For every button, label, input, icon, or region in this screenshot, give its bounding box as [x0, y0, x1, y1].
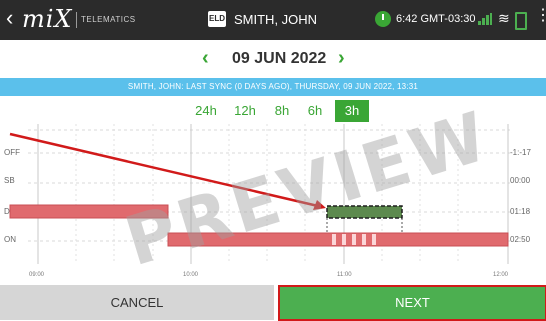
driving-status-icon: [375, 11, 391, 27]
driver-name: SMITH, JOHN: [234, 12, 318, 27]
time-label-0900: 09:00: [29, 272, 45, 278]
telematics-label: TELEMATICS: [81, 15, 136, 24]
signal-icon: [478, 13, 492, 25]
time-label-1200: 12:00: [493, 272, 509, 278]
overflow-menu-icon[interactable]: ⋮: [535, 8, 546, 24]
previous-day-icon[interactable]: ‹: [202, 48, 209, 68]
selected-date: 09 JUN 2022: [232, 50, 327, 67]
zoom-3h-tab[interactable]: 3h: [335, 100, 369, 122]
mix-logo: miX: [22, 5, 73, 33]
current-time: 6:42 GMT-03:30: [396, 13, 476, 25]
top-bar: ‹ miX TELEMATICS ELD SMITH, JOHN 6:42 GM…: [0, 0, 546, 40]
back-chevron-icon[interactable]: ‹: [6, 7, 13, 29]
logo-divider: [76, 12, 77, 28]
battery-icon: [515, 12, 527, 30]
eld-badge: ELD: [208, 11, 226, 27]
last-sync-banner: SMITH, JOHN: LAST SYNC (0 DAYS AGO), THU…: [0, 78, 546, 96]
wifi-icon: ≋: [498, 10, 510, 26]
zoom-6h-tab[interactable]: 6h: [302, 100, 328, 122]
zoom-12h-tab[interactable]: 12h: [229, 100, 261, 122]
next-button[interactable]: NEXT: [278, 285, 546, 321]
date-navigation: ‹ 09 JUN 2022 ›: [0, 40, 546, 78]
next-day-icon[interactable]: ›: [338, 48, 345, 68]
time-label-1000: 10:00: [183, 272, 199, 278]
time-label-1100: 11:00: [337, 272, 352, 278]
zoom-24h-tab[interactable]: 24h: [189, 100, 223, 122]
cancel-button[interactable]: CANCEL: [0, 285, 274, 320]
zoom-8h-tab[interactable]: 8h: [268, 100, 296, 122]
